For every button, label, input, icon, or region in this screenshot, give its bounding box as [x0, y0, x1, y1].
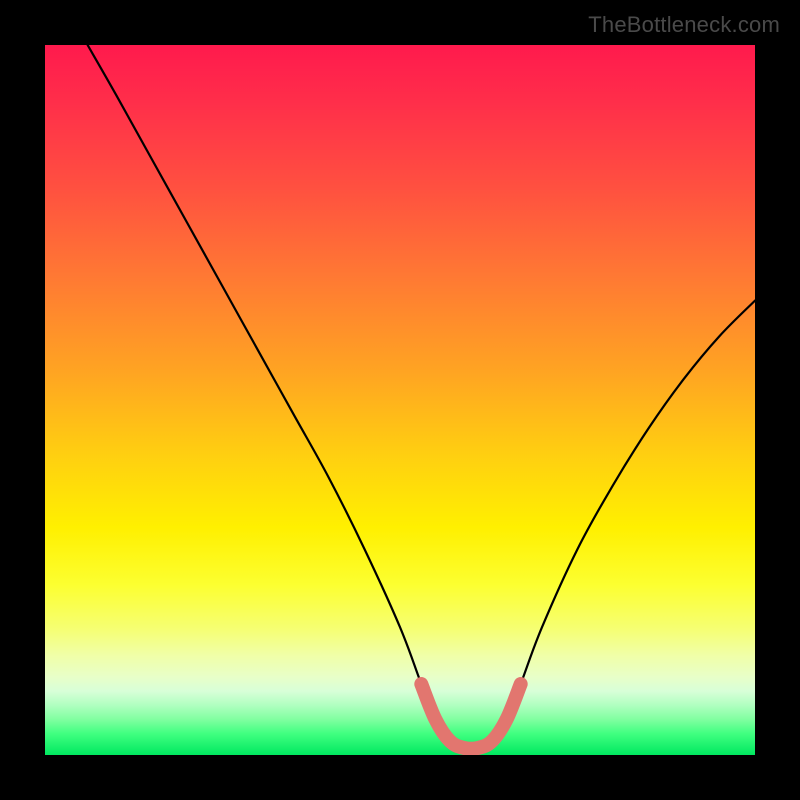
chart-frame: TheBottleneck.com: [0, 0, 800, 800]
plot-area: [45, 45, 755, 755]
watermark-text: TheBottleneck.com: [588, 12, 780, 38]
gradient-background: [45, 45, 755, 755]
